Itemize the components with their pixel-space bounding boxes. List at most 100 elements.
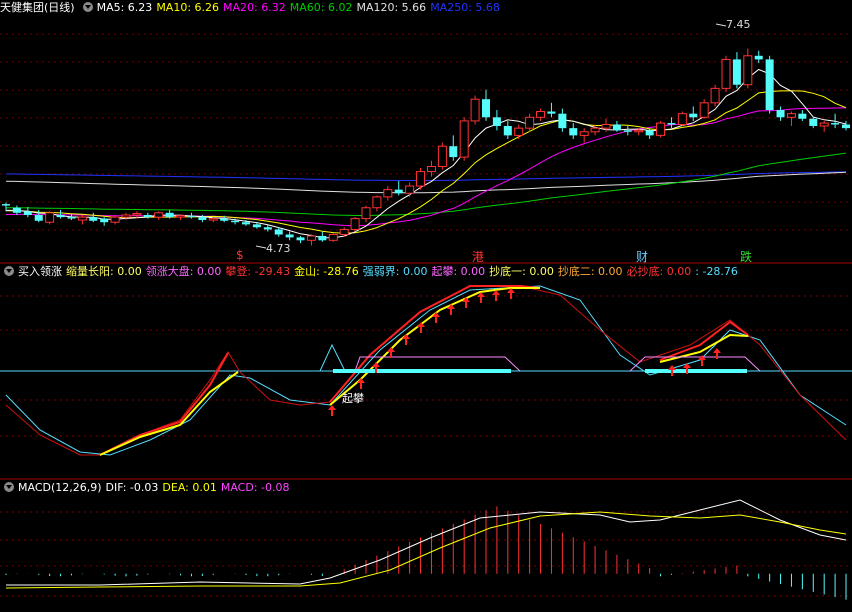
signal-dollar: $ [236, 248, 244, 262]
candle-body [492, 117, 501, 126]
candle-body [263, 227, 272, 230]
candle-body [77, 216, 87, 221]
candle-body [525, 116, 535, 129]
candle-body [743, 55, 753, 86]
candle-body [187, 215, 196, 218]
qipan-mark: 起攀 [342, 392, 364, 405]
candle-body [176, 215, 186, 218]
candle-body [394, 189, 403, 194]
candle-body [786, 113, 796, 118]
candle-body [590, 127, 600, 133]
gold-line [99, 371, 239, 456]
candle-body [459, 120, 469, 158]
candle-body [623, 130, 632, 132]
stock-chart[interactable] [0, 0, 852, 612]
buy-arrow-icon [357, 378, 365, 389]
candle-body [328, 234, 338, 241]
candle-body [667, 123, 676, 125]
candle-body [612, 124, 621, 131]
candle-body [318, 235, 327, 241]
candle-body [143, 214, 152, 218]
candle-body [208, 218, 218, 221]
ma5-line [5, 68, 847, 239]
candle-body [601, 124, 611, 129]
low-pointer [255, 245, 267, 249]
buy-arrow-icon [507, 288, 515, 299]
candle-body [710, 87, 720, 104]
candle-body [776, 110, 785, 118]
candle-body [677, 113, 687, 126]
candle-body [754, 55, 763, 60]
candle-body [339, 228, 349, 236]
candle-body [579, 131, 589, 136]
candle-body [831, 123, 840, 125]
candle-body [809, 118, 818, 126]
candle-body [296, 237, 305, 241]
candle-body [121, 214, 131, 218]
candle-body [2, 204, 10, 206]
candle-body [470, 98, 480, 122]
candle-body [547, 111, 556, 114]
candle-body [23, 211, 32, 215]
candle-body [372, 196, 382, 209]
candle-body [765, 59, 774, 111]
candle-body [732, 59, 741, 85]
candle-body [514, 127, 524, 136]
candle-body [252, 224, 261, 228]
high-pointer [715, 23, 727, 27]
candle-body [89, 217, 98, 221]
ma20-line [5, 107, 847, 227]
signal-gang: 港 [472, 250, 485, 264]
candle-body [306, 235, 316, 241]
candle-body [416, 171, 426, 187]
candle-body [350, 218, 360, 230]
candle-body [361, 207, 371, 220]
candle-body [198, 217, 207, 221]
candle-body [558, 113, 567, 129]
candle-body [482, 99, 490, 118]
candle-body [12, 207, 21, 213]
candle-body [689, 113, 698, 118]
candle-body [503, 125, 512, 136]
candle-body [274, 229, 283, 235]
candle-body [231, 220, 240, 223]
candle-body [56, 214, 65, 218]
ma10-line [5, 90, 847, 234]
climb-line [99, 352, 229, 456]
signal-die: 跌 [740, 250, 753, 264]
candle-body [405, 185, 415, 194]
candle-body [220, 218, 229, 221]
high-price-label: 7.45 [726, 18, 751, 31]
candle-body [634, 129, 644, 133]
candle-body [426, 165, 436, 173]
candle-body [154, 212, 164, 218]
candle-body [45, 212, 55, 223]
candle-body [383, 189, 393, 198]
candle-body [34, 214, 43, 221]
buy-arrow-icon [328, 405, 336, 416]
candle-body [285, 234, 294, 238]
candle-body [165, 212, 174, 218]
dif-line [6, 499, 847, 586]
candle-body [656, 122, 666, 136]
low-price-label: 4.73 [266, 242, 291, 255]
cyan-spike [319, 343, 346, 372]
climb-line [659, 320, 749, 361]
buy-arrow-icon [432, 312, 440, 323]
candle-body [721, 58, 731, 89]
candle-body [569, 128, 578, 136]
candle-body [132, 213, 142, 216]
candle-body [842, 124, 850, 129]
candle-body [67, 217, 76, 219]
signal-cai: 财 [636, 250, 649, 264]
candle-body [437, 145, 447, 167]
buy-arrow-icon [402, 334, 410, 345]
candle-body [645, 130, 654, 136]
candle-body [819, 122, 829, 127]
ma250-line [5, 171, 847, 181]
cyan-bar [645, 369, 747, 373]
candle-body [536, 111, 546, 118]
candle-body [242, 222, 250, 225]
candle-body [100, 218, 109, 223]
dea-line [5, 511, 847, 589]
